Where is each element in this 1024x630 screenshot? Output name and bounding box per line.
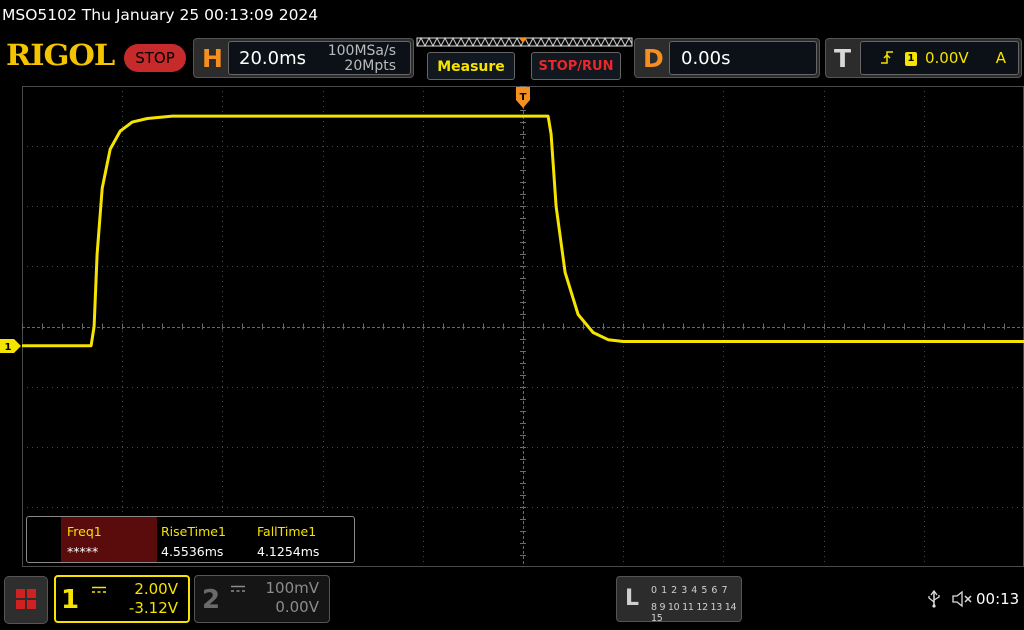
digital-channels-row-1: 0 1 2 3 4 5 6 7 xyxy=(651,585,728,596)
ch1-offset-marker[interactable]: 1 xyxy=(0,339,22,353)
mute-icon[interactable] xyxy=(951,590,973,608)
memory-position-bar[interactable] xyxy=(416,37,633,47)
trigger-source-badge: 1 xyxy=(905,52,917,66)
channel-1-offset: -3.12V xyxy=(128,599,178,617)
svg-text:T: T xyxy=(520,92,527,103)
delay-panel[interactable]: D 0.00s xyxy=(634,38,820,78)
trigger-letter: T xyxy=(834,44,852,73)
digital-channels-row-2: 8 9 10 11 12 13 14 15 xyxy=(651,602,737,624)
timebase-scale: 20.0ms xyxy=(239,48,306,69)
horizontal-timebase-panel[interactable]: H 20.0ms 100MSa/s 20Mpts xyxy=(193,38,414,78)
measurement-value: 4.1254ms xyxy=(257,544,320,559)
clock: 00:13 xyxy=(976,590,1020,608)
trigger-panel[interactable]: T 1 0.00V A xyxy=(825,38,1022,78)
measure-button[interactable]: Measure xyxy=(427,52,515,80)
channel-2-offset: 0.00V xyxy=(275,598,319,616)
memory-depth: 20Mpts xyxy=(344,58,396,74)
delay-value: 0.00s xyxy=(681,48,731,69)
measurement-label: RiseTime1 xyxy=(161,524,226,539)
dc-coupling-icon xyxy=(92,586,106,593)
measurement-results[interactable]: Freq1 ***** RiseTime1 4.5536ms FallTime1… xyxy=(26,516,355,563)
dc-coupling-icon xyxy=(231,585,245,592)
measurement-label: Freq1 xyxy=(67,524,102,539)
logic-analyzer-letter: L xyxy=(625,586,640,611)
run-status-badge[interactable]: STOP xyxy=(124,44,186,72)
rising-edge-icon xyxy=(881,51,893,64)
measurement-risetime1[interactable]: RiseTime1 4.5536ms xyxy=(155,517,251,562)
title-text: MSO5102 Thu January 25 00:13:09 2024 xyxy=(2,6,319,24)
rigol-logo: RIGOL xyxy=(6,38,115,72)
measurement-falltime1[interactable]: FallTime1 4.1254ms xyxy=(251,517,347,562)
channel-2-number: 2 xyxy=(202,585,221,615)
measurement-label: FallTime1 xyxy=(257,524,317,539)
usb-icon xyxy=(928,590,940,608)
sample-rate: 100MSa/s xyxy=(327,43,396,59)
channel-2-scale: 100mV xyxy=(265,579,319,597)
measurement-value: 4.5536ms xyxy=(161,544,224,559)
stop-run-button[interactable]: STOP/RUN xyxy=(531,52,621,80)
main-menu-button[interactable] xyxy=(4,576,48,624)
title-bar: MSO5102 Thu January 25 00:13:09 2024 xyxy=(0,0,1024,34)
horizontal-letter: H xyxy=(202,44,223,73)
channel-2-panel[interactable]: 2 100mV 0.00V xyxy=(194,575,330,623)
channel-1-panel[interactable]: 1 2.00V -3.12V xyxy=(54,575,190,623)
delay-letter: D xyxy=(643,44,664,73)
trigger-position-marker[interactable]: T xyxy=(515,86,531,110)
logic-analyzer-panel[interactable]: L 0 1 2 3 4 5 6 7 8 9 10 11 12 13 14 15 xyxy=(616,576,742,624)
measurement-value: ***** xyxy=(67,544,99,559)
measurement-freq1[interactable]: Freq1 ***** xyxy=(61,517,157,562)
svg-text:1: 1 xyxy=(5,342,12,353)
channel-1-scale: 2.00V xyxy=(134,580,178,598)
channel-1-number: 1 xyxy=(61,585,80,615)
menu-grid-icon xyxy=(16,589,36,609)
waveform-display[interactable] xyxy=(22,86,1024,567)
trigger-mode: A xyxy=(995,49,1006,67)
trigger-level: 0.00V xyxy=(925,49,969,67)
graticule xyxy=(22,86,1024,567)
